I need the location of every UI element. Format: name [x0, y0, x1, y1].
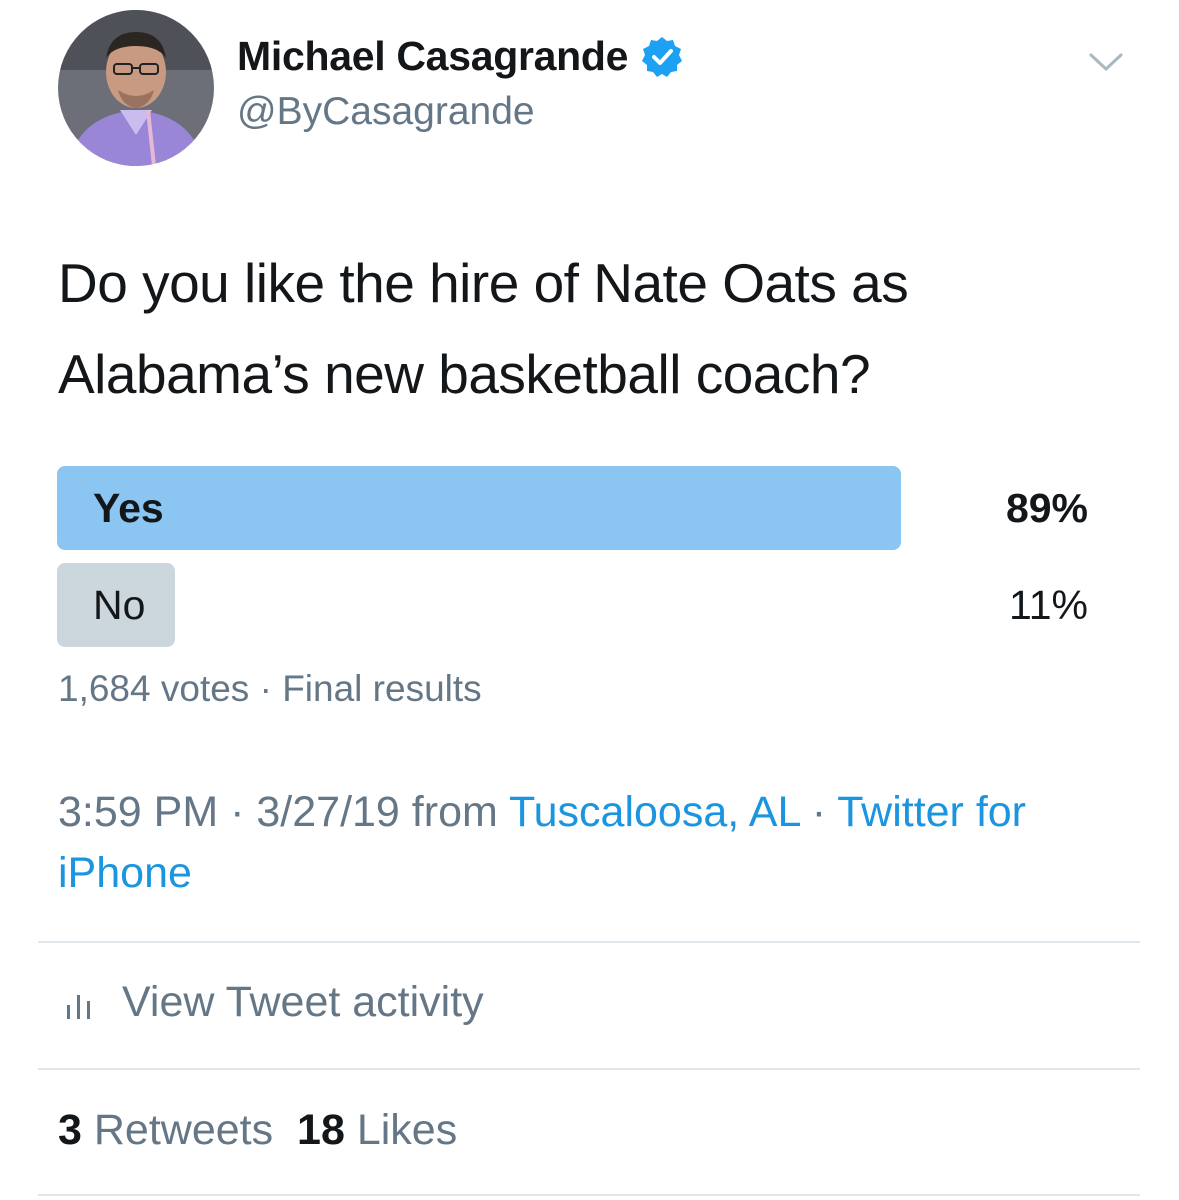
poll-option-percent: 89%: [1005, 485, 1088, 531]
tweet-time: 3:59 PM: [58, 788, 219, 836]
author-handle[interactable]: @ByCasagrande: [237, 90, 535, 134]
source-separator: ·: [811, 788, 827, 836]
poll-option-percent: 11%: [1008, 582, 1088, 628]
retweets-label: Retweets: [93, 1106, 274, 1154]
location-link[interactable]: Tuscaloosa, AL: [509, 788, 800, 836]
author-name-row[interactable]: Michael Casagrande: [237, 33, 684, 80]
poll-votes: 1,684 votes: [58, 668, 250, 709]
divider: [38, 941, 1140, 943]
poll-option-label: Yes: [93, 485, 164, 531]
retweets-stat[interactable]: 3 Retweets: [58, 1106, 273, 1154]
tweet-stats: 3 Retweets 18 Likes: [58, 1106, 457, 1155]
poll-option-label: No: [93, 582, 146, 628]
poll-meta: 1,684 votes · Final results: [58, 668, 482, 710]
chevron-down-icon[interactable]: [1088, 50, 1124, 74]
tweet-timestamp: 3:59 PM · 3/27/19 from Tuscaloosa, AL · …: [58, 782, 1128, 904]
divider: [38, 1068, 1140, 1070]
poll-bar-yes: [57, 466, 901, 550]
likes-count: 18: [297, 1106, 345, 1154]
bar-chart-icon: [64, 983, 96, 1023]
view-tweet-activity-button[interactable]: View Tweet activity: [64, 978, 484, 1027]
poll-status: Final results: [282, 668, 482, 709]
tweet-date: 3/27/19: [256, 788, 400, 836]
tweet-text: Do you like the hire of Nate Oats as Ala…: [58, 252, 909, 405]
poll-option-no: No 11%: [57, 563, 1090, 647]
retweets-count: 3: [58, 1106, 82, 1154]
avatar[interactable]: [58, 10, 214, 166]
divider: [38, 1194, 1140, 1196]
author-name[interactable]: Michael Casagrande: [237, 33, 628, 80]
poll-meta-separator: ·: [259, 668, 272, 709]
view-tweet-activity-label: View Tweet activity: [122, 978, 484, 1026]
verified-badge-icon: [640, 35, 684, 79]
likes-label: Likes: [356, 1106, 458, 1154]
likes-stat[interactable]: 18 Likes: [297, 1106, 457, 1154]
poll-option-yes: Yes 89%: [57, 466, 1090, 550]
timestamp-separator: ·: [230, 788, 245, 836]
from-label: from: [411, 788, 498, 836]
